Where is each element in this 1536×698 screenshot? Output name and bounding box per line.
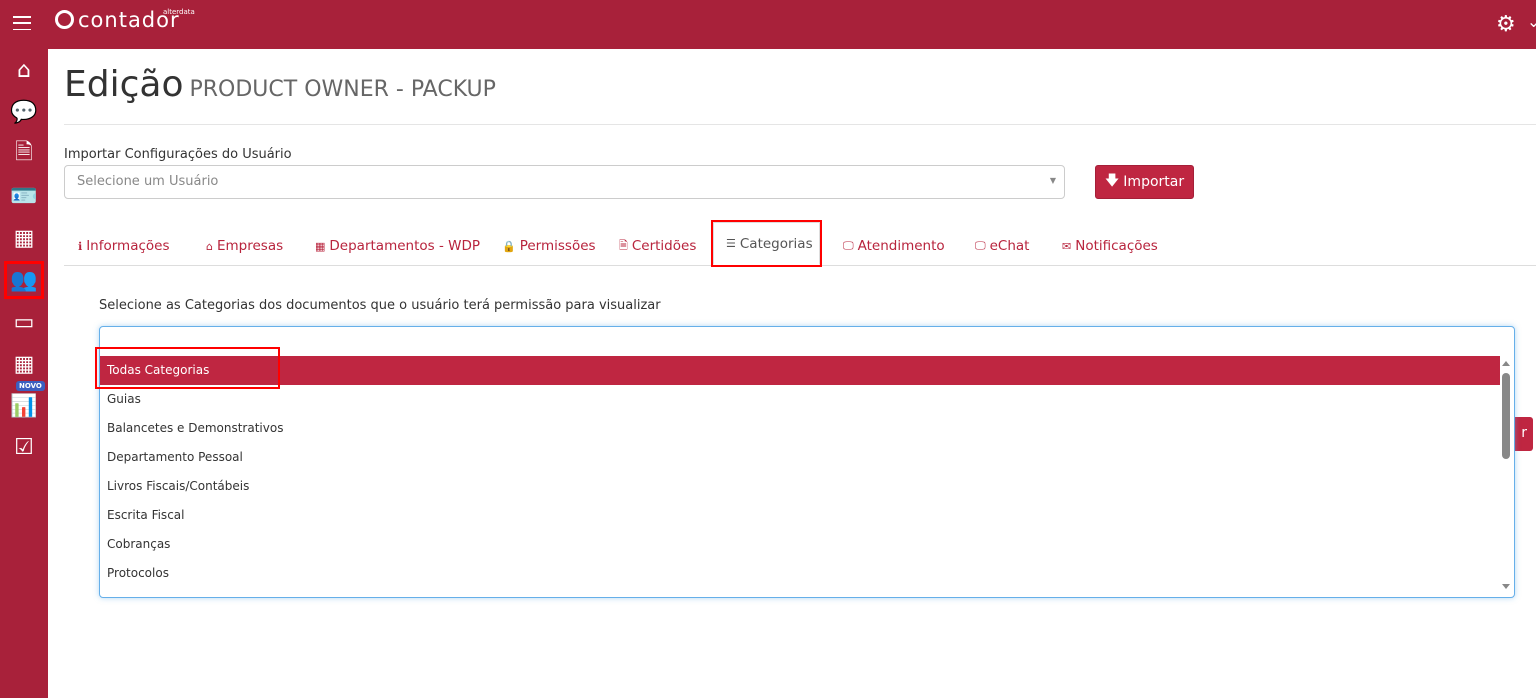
- scroll-up-icon[interactable]: [1502, 361, 1510, 366]
- hamburger-icon[interactable]: [13, 16, 31, 30]
- arrow-down-icon: 🡇: [1104, 173, 1120, 189]
- tabs: ℹ Informações ⌂ Empresas ▦ Departamentos - …: [64, 220, 1536, 267]
- user-select-placeholder: Selecione um Usuário: [77, 174, 219, 189]
- logo-sub: alterdata: [163, 8, 195, 16]
- list-item[interactable]: Escrita Fiscal: [100, 501, 1500, 530]
- top-bar: contador alterdata ⚙ ⌄: [0, 0, 1536, 49]
- list-item[interactable]: Todas Categorias: [100, 356, 1500, 385]
- lock-icon: 🔒: [502, 239, 516, 253]
- building-icon: ▦: [315, 239, 326, 253]
- home-icon: ⌂: [206, 239, 213, 253]
- tab-departamentos[interactable]: ▦ Departamentos - WDP: [315, 226, 480, 266]
- tab-echat[interactable]: 🖵 eChat: [975, 226, 1029, 266]
- file-icon: 🗎: [619, 238, 628, 252]
- home-icon[interactable]: ⌂: [4, 52, 44, 88]
- list-item[interactable]: Cobranças: [100, 530, 1500, 559]
- monitor-icon: 🖵: [843, 239, 854, 252]
- divider: [64, 124, 1536, 125]
- tab-informacoes[interactable]: ℹ Informações: [78, 226, 170, 266]
- tab-empresas[interactable]: ⌂ Empresas: [206, 226, 283, 266]
- scroll-down-icon[interactable]: [1502, 584, 1510, 589]
- document-icon[interactable]: 🗎: [4, 136, 44, 172]
- user-select[interactable]: Selecione um Usuário ▼: [64, 165, 1065, 199]
- page-subtitle: PRODUCT OWNER - PACKUP: [189, 77, 496, 102]
- import-label: Importar Configurações do Usuário: [64, 147, 292, 162]
- list-icon: ☰: [726, 237, 736, 250]
- credit-card-icon[interactable]: ▭: [4, 304, 44, 340]
- list-item[interactable]: Protocolos: [100, 559, 1500, 588]
- users-icon[interactable]: 👥: [4, 261, 44, 299]
- envelope-icon: ✉: [1062, 239, 1072, 253]
- sidebar: ⌂ 💬 🗎 🪪 ▦ 👥 ▭ ▦ NOVO 📊 ☑: [0, 49, 48, 698]
- tab-notificacoes[interactable]: ✉ Notificações: [1062, 226, 1158, 266]
- chevron-down-icon[interactable]: ⌄: [1527, 12, 1536, 31]
- chat-icon[interactable]: 💬: [4, 94, 44, 130]
- id-card-icon[interactable]: 🪪: [4, 178, 44, 214]
- scrollbar-thumb[interactable]: [1502, 373, 1510, 459]
- gear-icon[interactable]: ⚙: [1496, 12, 1516, 37]
- tab-permissoes[interactable]: 🔒 Permissões: [502, 226, 596, 266]
- scrollbar[interactable]: [1500, 357, 1512, 593]
- monitor-icon: 🖵: [975, 239, 986, 252]
- highlight-box: [95, 347, 280, 389]
- info-icon: ℹ: [78, 239, 83, 253]
- categorias-description: Selecione as Categorias dos documentos q…: [99, 298, 661, 313]
- list-item[interactable]: Guias: [100, 385, 1500, 414]
- import-button[interactable]: 🡇 Importar: [1095, 165, 1194, 199]
- tab-atendimento[interactable]: 🖵 Atendimento: [843, 226, 945, 266]
- list-item[interactable]: Balancetes e Demonstrativos: [100, 414, 1500, 443]
- list-item[interactable]: Departamento Pessoal: [100, 443, 1500, 472]
- checkbox-icon[interactable]: ☑: [4, 429, 44, 465]
- tab-categorias[interactable]: ☰ Categorias: [711, 220, 822, 267]
- page-title: Edição PRODUCT OWNER - PACKUP: [64, 64, 496, 105]
- calculator-icon[interactable]: ▦: [4, 346, 44, 382]
- tab-certidoes[interactable]: 🗎 Certidões: [619, 226, 696, 266]
- bar-chart-icon[interactable]: 📊: [4, 388, 44, 424]
- building-icon[interactable]: ▦: [4, 220, 44, 256]
- list-item[interactable]: Livros Fiscais/Contábeis: [100, 472, 1500, 501]
- categorias-listbox[interactable]: Todas Categorias Guias Balancetes e Demo…: [99, 326, 1515, 598]
- caret-down-icon: ▼: [1049, 176, 1056, 185]
- logo[interactable]: contador alterdata: [55, 8, 195, 32]
